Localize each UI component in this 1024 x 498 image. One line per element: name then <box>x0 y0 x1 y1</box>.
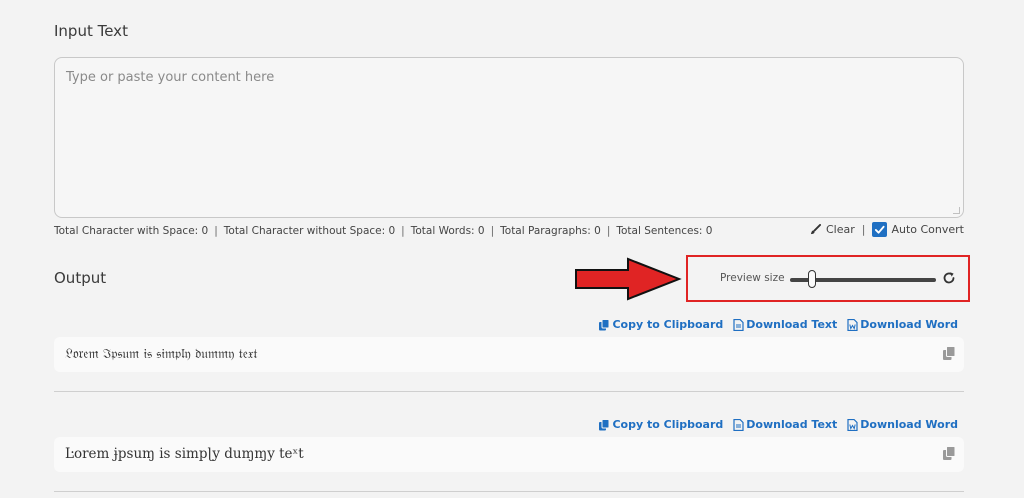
auto-convert-checkbox[interactable] <box>872 222 888 237</box>
copy-to-clipboard-label: Copy to Clipboard <box>612 318 724 331</box>
output-divider <box>54 391 964 392</box>
preview-size-label: Preview size <box>720 272 785 284</box>
download-text-label: Download Text <box>746 418 838 431</box>
refresh-icon[interactable] <box>942 271 956 285</box>
stat-separator: | <box>606 225 611 237</box>
download-word-button[interactable]: Download Word <box>847 418 958 431</box>
preview-size-slider-thumb[interactable] <box>807 270 816 288</box>
download-word-label: Download Word <box>860 318 958 331</box>
stat-sentences: Total Sentences: 0 <box>616 225 713 237</box>
file-text-icon <box>733 318 744 331</box>
output-divider <box>54 491 964 492</box>
controls-separator: | <box>861 223 866 236</box>
download-word-label: Download Word <box>860 418 958 431</box>
file-word-icon <box>847 418 858 431</box>
red-arrow-annotation-icon <box>575 257 682 301</box>
brush-icon <box>810 224 821 235</box>
text-stats: Total Character with Space: 0 | Total Ch… <box>54 225 713 237</box>
output-result-card[interactable]: 𝔏𝔬𝔯𝔢𝔪 ℑ𝔭𝔰𝔲𝔪 𝔦𝔰 𝔰𝔦𝔪𝔭𝔩𝔶 𝔡𝔲𝔪𝔪𝔶 𝔱𝔢𝔵𝔱 <box>54 337 964 372</box>
stat-separator: | <box>490 225 495 237</box>
input-section-title: Input Text <box>54 22 128 40</box>
output-section-title: Output <box>54 269 107 287</box>
input-textarea[interactable] <box>55 58 963 217</box>
file-text-icon <box>733 418 744 431</box>
file-word-icon <box>847 318 858 331</box>
copy-icon <box>599 318 610 330</box>
copy-icon <box>599 418 610 430</box>
stat-separator: | <box>214 225 218 237</box>
output-result-card[interactable]: Ŀorem ɉpsuɱ is simpɭy duɱɱy teˣt <box>54 437 964 472</box>
output-result-text: 𝔏𝔬𝔯𝔢𝔪 ℑ𝔭𝔰𝔲𝔪 𝔦𝔰 𝔰𝔦𝔪𝔭𝔩𝔶 𝔡𝔲𝔪𝔪𝔶 𝔱𝔢𝔵𝔱 <box>65 346 258 362</box>
preview-size-highlight: Preview size <box>686 255 970 302</box>
output-result-text: Ŀorem ɉpsuɱ is simpɭy duɱɱy teˣt <box>65 446 304 462</box>
download-text-label: Download Text <box>746 318 838 331</box>
copy-to-clipboard-button[interactable]: Copy to Clipboard <box>598 318 723 331</box>
clear-button[interactable]: Clear <box>810 223 855 236</box>
download-word-button[interactable]: Download Word <box>847 318 958 331</box>
auto-convert-label: Auto Convert <box>891 223 964 236</box>
download-text-button[interactable]: Download Text <box>733 418 837 431</box>
stat-separator: | <box>401 225 405 237</box>
copy-to-clipboard-button[interactable]: Copy to Clipboard <box>598 418 723 431</box>
check-icon <box>875 225 886 234</box>
stat-words: Total Words: 0 <box>410 225 485 237</box>
stat-chars-without-space: Total Character without Space: 0 <box>223 225 396 237</box>
copy-icon[interactable] <box>942 346 956 361</box>
resize-handle[interactable] <box>953 207 960 214</box>
stat-chars-with-space: Total Character with Space: 0 <box>54 225 209 237</box>
download-text-button[interactable]: Download Text <box>733 318 837 331</box>
stat-paragraphs: Total Paragraphs: 0 <box>500 225 601 237</box>
output-actions: Copy to Clipboard Download Text Download… <box>598 418 958 431</box>
output-actions: Copy to Clipboard Download Text Download… <box>598 318 958 331</box>
input-controls: Clear | Auto Convert <box>810 222 964 237</box>
copy-to-clipboard-label: Copy to Clipboard <box>612 418 724 431</box>
clear-label: Clear <box>825 223 855 236</box>
copy-icon[interactable] <box>942 446 956 461</box>
input-textarea-container <box>54 57 964 218</box>
